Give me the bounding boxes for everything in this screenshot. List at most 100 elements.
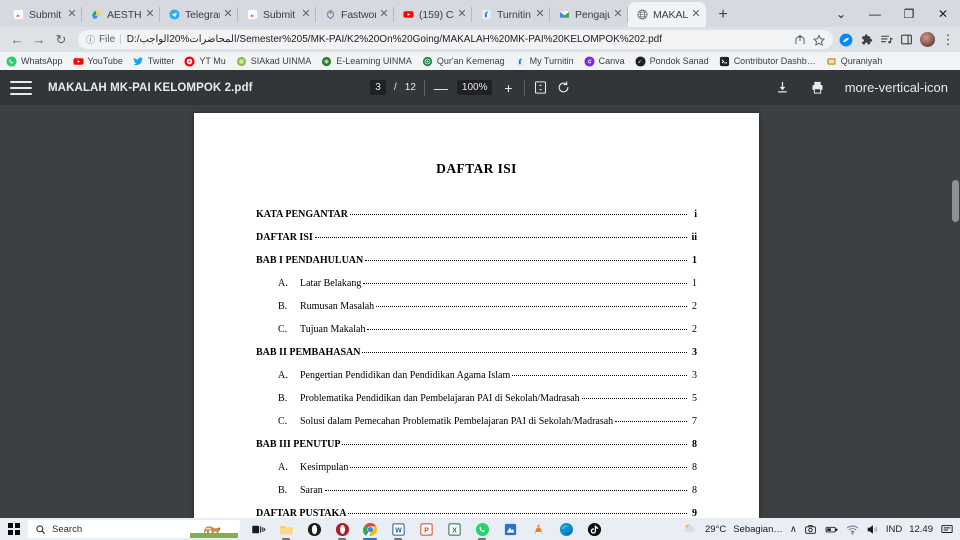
- taskbar-item-chrome[interactable]: [356, 518, 384, 540]
- browser-tab[interactable]: AESTHETIC✕: [82, 2, 160, 27]
- bookmark-item[interactable]: Canva: [584, 55, 625, 67]
- page-number-input[interactable]: 3: [370, 80, 386, 95]
- taskbar-item-acrobat[interactable]: [496, 518, 524, 540]
- browser-tab[interactable]: Telegram ✕: [160, 2, 238, 27]
- avatar[interactable]: [920, 32, 935, 47]
- tab-close-icon[interactable]: ✕: [66, 8, 78, 21]
- puzzle-extensions-icon[interactable]: [860, 33, 873, 46]
- taskbar-item-file-explorer[interactable]: [272, 518, 300, 540]
- shazam-extension-icon[interactable]: [839, 33, 853, 47]
- browser-tab[interactable]: MAKALAH✕: [628, 2, 706, 27]
- forward-icon[interactable]: →: [28, 29, 50, 51]
- minimize-to-tray-button[interactable]: ⌄: [824, 0, 858, 27]
- print-icon[interactable]: [810, 80, 825, 95]
- bookmark-item[interactable]: My Turnitin: [515, 56, 574, 67]
- address-bar[interactable]: ⓘ File | D:/المحاضرات%20الواجب/Semester%…: [78, 30, 833, 49]
- browser-tab[interactable]: (159) Cara✕: [394, 2, 472, 27]
- bookmark-item[interactable]: Quraniyah: [826, 56, 883, 67]
- bookmark-item[interactable]: Twitter: [133, 56, 174, 67]
- side-panel-icon[interactable]: [900, 33, 913, 46]
- more-vertical-icon[interactable]: more-vertical-icon: [845, 80, 948, 95]
- hamburger-icon[interactable]: [10, 80, 32, 95]
- page-title: DAFTAR ISI: [436, 161, 517, 176]
- show-hidden-icons-chevron[interactable]: ∧: [790, 524, 797, 535]
- taskbar-item-word[interactable]: W: [384, 518, 412, 540]
- tab-close-icon[interactable]: ✕: [612, 8, 624, 21]
- pdf-scrollbar[interactable]: [951, 105, 960, 518]
- svg-text:W: W: [395, 527, 402, 534]
- star-icon[interactable]: [813, 33, 825, 46]
- taskbar-item-vlc[interactable]: [524, 518, 552, 540]
- bookmark-item[interactable]: SIAkad UINMA: [236, 56, 311, 67]
- taskbar-item-opera[interactable]: [300, 518, 328, 540]
- onedrive-or-camera-icon[interactable]: [804, 523, 817, 536]
- tab-close-icon[interactable]: ✕: [300, 8, 312, 21]
- browser-tab[interactable]: Submit co✕: [4, 2, 82, 27]
- bookmark-label: YouTube: [87, 56, 123, 66]
- reading-list-icon[interactable]: [880, 33, 893, 46]
- tab-close-icon[interactable]: ✕: [534, 8, 546, 21]
- notification-icon[interactable]: [940, 523, 954, 536]
- bookmark-item[interactable]: WhatsApp: [6, 55, 63, 67]
- language-indicator[interactable]: IND: [886, 524, 902, 535]
- pdf-scrollbar-thumb[interactable]: [952, 180, 959, 222]
- browser-tab[interactable]: Pengajuan✕: [550, 2, 628, 27]
- volume-icon[interactable]: [866, 523, 879, 536]
- browser-menu-icon[interactable]: ⋮: [942, 32, 955, 48]
- taskbar-item-whatsapp[interactable]: [468, 518, 496, 540]
- bookmark-item[interactable]: YouTube: [72, 56, 123, 67]
- weather-icon[interactable]: [682, 522, 698, 536]
- browser-tab[interactable]: Turnitin ✕: [472, 2, 550, 27]
- minimize-button[interactable]: —: [858, 0, 892, 27]
- rotate-icon[interactable]: [556, 80, 571, 95]
- maximize-button[interactable]: ❐: [892, 0, 926, 27]
- bookmark-item[interactable]: E-Learning UINMA: [321, 56, 412, 67]
- share-icon[interactable]: [794, 34, 806, 46]
- bookmark-item[interactable]: Pondok Sanad: [635, 55, 709, 67]
- zoom-level-label[interactable]: 100%: [456, 80, 493, 95]
- clock[interactable]: 12.49: [909, 524, 933, 535]
- taskbar-item-tiktok[interactable]: [580, 518, 608, 540]
- battery-icon[interactable]: [824, 523, 839, 536]
- tab-close-icon[interactable]: ✕: [378, 8, 390, 21]
- search-input[interactable]: Search: [28, 520, 240, 538]
- tab-title: Submit co: [29, 8, 64, 21]
- bookmark-item[interactable]: YT Mu: [184, 55, 226, 67]
- toc-leader-dots: [348, 513, 687, 514]
- taskbar-item-edge[interactable]: [552, 518, 580, 540]
- search-icon: [35, 524, 46, 535]
- tab-close-icon[interactable]: ✕: [690, 8, 702, 21]
- fit-page-icon[interactable]: [533, 80, 548, 95]
- zoom-in-button[interactable]: +: [500, 80, 516, 96]
- zoom-out-button[interactable]: —: [433, 80, 449, 96]
- bookmark-item[interactable]: Contributor Dashb…: [719, 56, 816, 67]
- toc-entry-label: Rumusan Masalah: [300, 301, 375, 312]
- tab-close-icon[interactable]: ✕: [456, 8, 468, 21]
- wifi-icon[interactable]: [846, 523, 859, 536]
- site-info-icon[interactable]: ⓘ: [86, 33, 95, 46]
- pdf-file-name: MAKALAH MK-PAI KELOMPOK 2.pdf: [48, 81, 253, 94]
- taskbar-item-powerpoint[interactable]: P: [412, 518, 440, 540]
- close-window-button[interactable]: ✕: [926, 0, 960, 27]
- toc-entry-page: ii: [691, 232, 697, 243]
- bookmark-label: Quraniyah: [840, 56, 883, 66]
- browser-tab[interactable]: Submit co✕: [238, 2, 316, 27]
- new-tab-button[interactable]: +: [710, 3, 736, 27]
- taskbar-item-excel[interactable]: X: [440, 518, 468, 540]
- pdf-content-area[interactable]: DAFTAR ISI KATA PENGANTAR i DAFTAR ISI ii BA…: [0, 105, 960, 518]
- back-icon[interactable]: ←: [6, 29, 28, 51]
- browser-tab[interactable]: Fastwork.i✕: [316, 2, 394, 27]
- toc-entry-page: 2: [692, 301, 697, 312]
- taskbar-item-opera-gx[interactable]: [328, 518, 356, 540]
- toc-entry: B. Problematika Pendidikan dan Pembelajar…: [256, 393, 697, 405]
- reload-icon[interactable]: ↻: [50, 29, 72, 51]
- start-button[interactable]: [0, 518, 28, 540]
- taskbar-item-task-view[interactable]: [244, 518, 272, 540]
- tab-close-icon[interactable]: ✕: [222, 8, 234, 21]
- bookmark-item[interactable]: Qur'an Kemenag: [422, 56, 505, 67]
- opera-icon: [307, 522, 322, 537]
- page-separator: /: [394, 82, 397, 93]
- weather-description: Sebagian…: [733, 523, 783, 535]
- download-icon[interactable]: [775, 80, 790, 95]
- tab-close-icon[interactable]: ✕: [144, 8, 156, 21]
